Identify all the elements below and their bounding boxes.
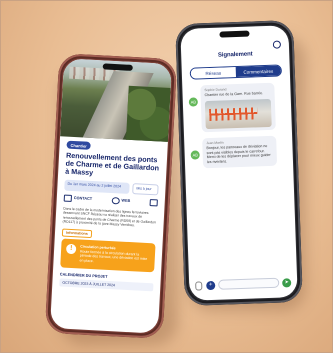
right-phone-screen: Signalement Réseau Commentaires AB Sophi… bbox=[180, 25, 298, 301]
avatar: AB bbox=[190, 150, 200, 160]
message-text: Chantier rue de la Gare. Rue barrée. bbox=[204, 91, 264, 98]
message-bubble[interactable]: Sophie Durand Chantier rue de la Gare. R… bbox=[200, 82, 276, 133]
right-phone: Signalement Réseau Commentaires AB Sophi… bbox=[175, 20, 303, 306]
message-text: Bonjour, les panneaux de déviation ne so… bbox=[206, 143, 271, 165]
warning-text: Route fermée à la circulation durant la … bbox=[79, 249, 148, 264]
warning-icon: ! bbox=[65, 243, 77, 255]
send-button[interactable]: ➤ bbox=[282, 277, 292, 288]
category-tag: Chantier bbox=[66, 140, 92, 150]
warning-tag: Informations bbox=[61, 228, 92, 238]
message-input[interactable] bbox=[218, 277, 280, 290]
web-button[interactable]: WEB bbox=[111, 196, 131, 205]
attach-icon[interactable] bbox=[195, 280, 203, 291]
message-item: AB Jean Martin Bonjour, les panneaux de … bbox=[190, 135, 287, 169]
article-body: Dans le cadre de la modernisation des li… bbox=[62, 206, 157, 228]
globe-icon bbox=[111, 196, 120, 204]
web-label: WEB bbox=[121, 198, 131, 204]
app-brand: Signalement bbox=[217, 51, 253, 59]
message-bubble[interactable]: Jean Martin Bonjour, les panneaux de dév… bbox=[202, 135, 278, 169]
settings-icon[interactable] bbox=[272, 40, 282, 49]
tab-commentaires[interactable]: Commentaires bbox=[235, 65, 281, 78]
warning-card[interactable]: ! Circulation perturbée Route fermée à l… bbox=[60, 238, 156, 273]
date-range: Du 1er mars 2024 au 2 juillet 2024 bbox=[64, 179, 130, 194]
left-phone-screen: Chantier Renouvellement des ponts de Cha… bbox=[50, 58, 172, 334]
message-item: AB Sophie Durand Chantier rue de la Gare… bbox=[188, 82, 286, 133]
article-title: Renouvellement des ponts de Charme et de… bbox=[65, 150, 160, 178]
left-phone: Chantier Renouvellement des ponts de Cha… bbox=[44, 53, 178, 339]
message-photo[interactable] bbox=[204, 98, 272, 129]
mail-icon bbox=[63, 194, 73, 202]
composer: + ➤ bbox=[195, 277, 292, 291]
worksite-photo bbox=[60, 58, 172, 142]
message-list: AB Sophie Durand Chantier rue de la Gare… bbox=[182, 76, 293, 169]
contact-label: CONTACT bbox=[73, 196, 93, 202]
contact-button[interactable]: CONTACT bbox=[63, 194, 93, 202]
calendar-icon bbox=[149, 198, 158, 206]
avatar: AB bbox=[188, 97, 198, 107]
date-updated: Mis à jour bbox=[132, 183, 159, 195]
tab-reseau[interactable]: Réseau bbox=[190, 67, 236, 79]
calendar-button[interactable] bbox=[149, 198, 158, 206]
add-button[interactable]: + bbox=[206, 280, 216, 290]
